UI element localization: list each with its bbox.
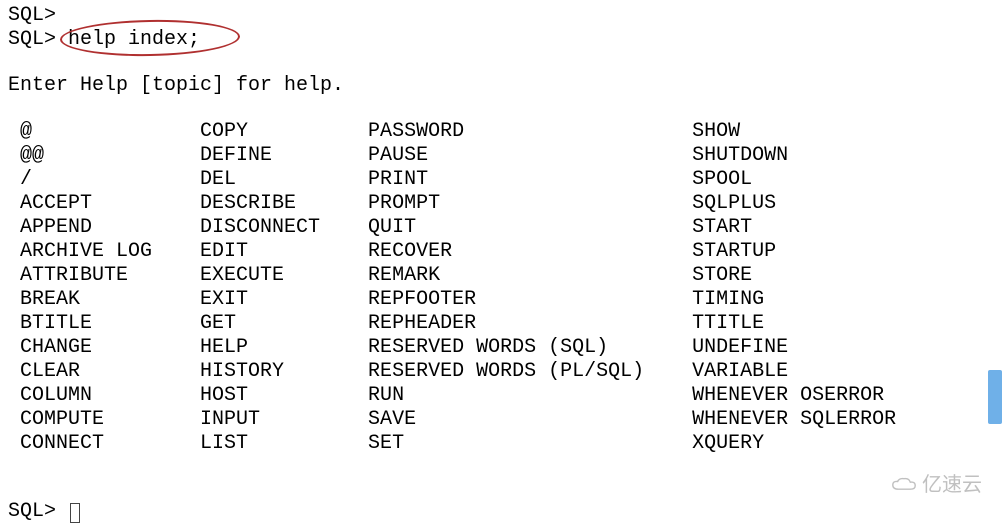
prompt-line-1: SQL>: [8, 4, 1002, 28]
watermark: 亿速云: [890, 473, 982, 497]
help-row: COLUMN HOST RUN WHENEVER OSERROR: [8, 384, 1002, 408]
help-row: CLEAR HISTORY RESERVED WORDS (PL/SQL) VA…: [8, 360, 1002, 384]
help-index-table: @ COPY PASSWORD SHOW @@ DEFINE PAUSE SHU…: [8, 120, 1002, 456]
sql-prompt: SQL>: [8, 4, 56, 27]
help-row: @@ DEFINE PAUSE SHUTDOWN: [8, 144, 1002, 168]
help-row: ARCHIVE LOG EDIT RECOVER STARTUP: [8, 240, 1002, 264]
help-row: BTITLE GET REPHEADER TTITLE: [8, 312, 1002, 336]
command-text: help index;: [68, 28, 200, 51]
help-row: COMPUTE INPUT SAVE WHENEVER SQLERROR: [8, 408, 1002, 432]
sql-prompt: SQL>: [8, 500, 56, 523]
help-row: ACCEPT DESCRIBE PROMPT SQLPLUS: [8, 192, 1002, 216]
help-row: CHANGE HELP RESERVED WORDS (SQL) UNDEFIN…: [8, 336, 1002, 360]
help-row: ATTRIBUTE EXECUTE REMARK STORE: [8, 264, 1002, 288]
prompt-line-3[interactable]: SQL>: [8, 500, 1002, 524]
cursor-icon: [70, 503, 80, 523]
help-row: BREAK EXIT REPFOOTER TIMING: [8, 288, 1002, 312]
help-row: / DEL PRINT SPOOL: [8, 168, 1002, 192]
help-row: @ COPY PASSWORD SHOW: [8, 120, 1002, 144]
cloud-icon: [890, 475, 918, 495]
sql-prompt: SQL>: [8, 28, 56, 51]
scrollbar-thumb[interactable]: [988, 370, 1002, 424]
prompt-line-2: SQL> help index;: [8, 28, 1002, 52]
help-header: Enter Help [topic] for help.: [8, 74, 1002, 98]
watermark-text: 亿速云: [922, 473, 982, 497]
help-row: CONNECT LIST SET XQUERY: [8, 432, 1002, 456]
help-row: APPEND DISCONNECT QUIT START: [8, 216, 1002, 240]
